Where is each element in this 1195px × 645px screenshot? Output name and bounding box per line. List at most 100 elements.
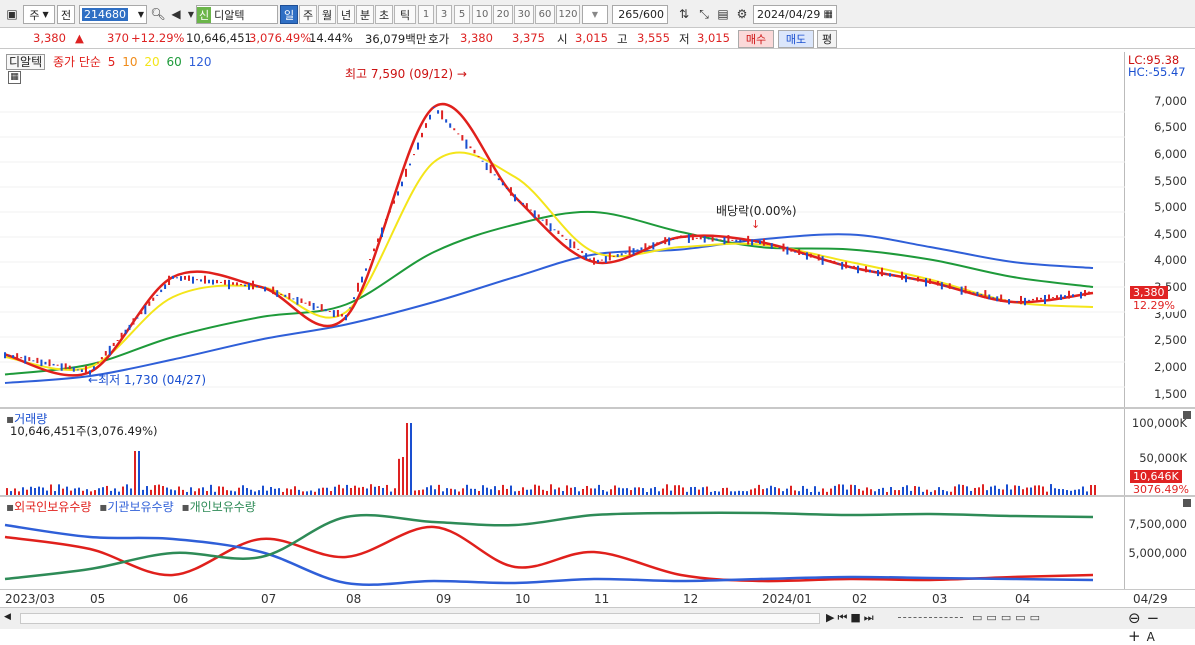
table-icon[interactable]: ▦ bbox=[8, 71, 21, 84]
volume-bar bbox=[278, 488, 280, 495]
prev-button[interactable]: 전 bbox=[57, 5, 75, 24]
candle bbox=[453, 128, 456, 131]
minute-3[interactable]: 3 bbox=[436, 5, 452, 24]
candle bbox=[236, 282, 238, 286]
interval-select[interactable]: ▼ bbox=[582, 5, 608, 24]
volume-bar bbox=[398, 458, 400, 495]
stock-name-field[interactable]: 신 디알텍 bbox=[196, 5, 278, 24]
down-arrow-icon: ↓ bbox=[751, 218, 761, 231]
scroll-left-icon[interactable]: ◀ bbox=[4, 612, 16, 625]
layout4-icon[interactable]: ▭ bbox=[1015, 611, 1029, 624]
period-tick[interactable]: 틱 bbox=[394, 5, 416, 24]
minute-60[interactable]: 60 bbox=[535, 5, 555, 24]
volume-bar bbox=[550, 484, 552, 495]
layout-icon[interactable]: ▭ bbox=[972, 611, 986, 624]
period-year[interactable]: 년 bbox=[337, 5, 355, 24]
y-tick: 5,500 bbox=[1154, 174, 1187, 188]
volume-chart[interactable]: ▪거래량 10,646,451주(3,076.49%) bbox=[0, 409, 1125, 495]
tools-icon[interactable]: ⇅ bbox=[676, 6, 692, 22]
minute-20[interactable]: 20 bbox=[493, 5, 513, 24]
pane-menu-icon[interactable] bbox=[1183, 411, 1191, 419]
scroll-track[interactable] bbox=[20, 613, 820, 624]
quote-label: 호가 bbox=[428, 32, 450, 46]
candle bbox=[417, 142, 419, 150]
candle bbox=[292, 298, 295, 300]
stop-icon[interactable]: ■ bbox=[850, 611, 863, 624]
zoom-in-icon[interactable]: + bbox=[1128, 627, 1147, 645]
buy-button[interactable]: 매수 bbox=[738, 30, 774, 48]
toolbar: ▣ 주 ▼ 전 214680 ▼ 🔍︎ ◀ ▼ 신 디알텍 일 주 월 년 분 초… bbox=[0, 0, 1195, 28]
minute-120[interactable]: 120 bbox=[556, 5, 580, 24]
minute-1[interactable]: 1 bbox=[418, 5, 434, 24]
layout5-icon[interactable]: ▭ bbox=[1030, 611, 1044, 624]
ma5-legend: 5 bbox=[107, 55, 116, 69]
pane-menu-icon[interactable] bbox=[1183, 499, 1191, 507]
flat-button[interactable]: 평 bbox=[817, 30, 837, 48]
prev-label: 전 bbox=[60, 8, 72, 22]
playback-controls[interactable]: ▶⏮■⏭ bbox=[826, 611, 877, 625]
candle bbox=[1052, 297, 1054, 299]
gear-icon[interactable]: ⚙ bbox=[734, 6, 750, 22]
minute-5[interactable]: 5 bbox=[454, 5, 470, 24]
x-tick: 09 bbox=[436, 592, 452, 606]
candle bbox=[68, 365, 71, 370]
candle bbox=[92, 366, 95, 370]
holdings-chart[interactable]: ▪외국인보유수량 ▪기관보유수량 ▪개인보유수량 bbox=[0, 497, 1125, 589]
chart-scrollbar[interactable]: ◀ ▶⏮■⏭ ▭▭▭▭▭ ⊖−+A bbox=[0, 607, 1195, 645]
view-controls[interactable]: ▭▭▭▭▭ bbox=[972, 611, 1044, 624]
period-week[interactable]: 주 bbox=[299, 5, 317, 24]
period-day[interactable]: 일 bbox=[280, 5, 298, 24]
candle bbox=[196, 279, 198, 281]
candle bbox=[441, 110, 444, 120]
volume-bar bbox=[74, 488, 76, 495]
volume-bar bbox=[938, 487, 940, 495]
candle bbox=[385, 219, 387, 224]
period-minute[interactable]: 분 bbox=[356, 5, 374, 24]
forward-icon[interactable]: ⏭ bbox=[864, 611, 877, 624]
candle bbox=[168, 275, 171, 286]
speaker-icon[interactable]: ◀ bbox=[168, 6, 184, 22]
candle bbox=[569, 239, 572, 248]
sell-button[interactable]: 매도 bbox=[778, 30, 814, 48]
period-month[interactable]: 월 bbox=[318, 5, 336, 24]
left-arrow-icon: ← bbox=[88, 373, 99, 387]
candle bbox=[743, 240, 746, 242]
price-chart[interactable]: 디알텍 종가 단순 5 10 20 60 120 ▦ 최고 7,590 (09/… bbox=[0, 52, 1125, 407]
next-icon[interactable]: ▶ bbox=[826, 611, 837, 624]
candle bbox=[821, 256, 824, 265]
candle bbox=[561, 234, 564, 237]
minute-30[interactable]: 30 bbox=[514, 5, 534, 24]
period-label: 주 bbox=[302, 8, 314, 22]
draw-icon[interactable]: ⤡ bbox=[696, 6, 712, 22]
zoom-out-icon[interactable]: − bbox=[1147, 609, 1166, 627]
rewind-icon[interactable]: ⏮ bbox=[837, 611, 850, 624]
candle bbox=[802, 253, 805, 255]
market-select[interactable]: 주 ▼ bbox=[23, 5, 55, 24]
zoom-reset-icon[interactable]: ⊖ bbox=[1128, 609, 1147, 627]
count-input[interactable]: 265/600 bbox=[612, 5, 668, 24]
candle bbox=[968, 291, 971, 293]
candle bbox=[124, 329, 127, 334]
price-y-axis: LC:95.38 HC:-55.47 7,000 6,500 6,000 5,5… bbox=[1125, 52, 1195, 407]
zoom-slider[interactable] bbox=[898, 617, 963, 620]
minute-10[interactable]: 10 bbox=[472, 5, 492, 24]
candle bbox=[845, 261, 848, 269]
candle bbox=[272, 286, 275, 295]
candle bbox=[497, 178, 500, 181]
candle bbox=[156, 294, 159, 296]
text-icon[interactable]: A bbox=[1147, 630, 1161, 644]
code-input[interactable]: 214680 ▼ bbox=[79, 5, 147, 24]
window-icon[interactable]: ▣ bbox=[4, 6, 20, 22]
open-price: 3,015 bbox=[575, 31, 608, 45]
candle bbox=[1028, 299, 1030, 301]
period-second[interactable]: 초 bbox=[375, 5, 393, 24]
save-icon[interactable]: ▤ bbox=[715, 6, 731, 22]
candle bbox=[565, 238, 568, 240]
date-input[interactable]: 2024/04/29 ▦ bbox=[753, 5, 837, 24]
layout3-icon[interactable]: ▭ bbox=[1001, 611, 1015, 624]
layout2-icon[interactable]: ▭ bbox=[986, 611, 1000, 624]
volume-bar bbox=[618, 487, 620, 495]
zoom-controls[interactable]: ⊖−+A bbox=[1128, 609, 1195, 645]
search-icon[interactable]: 🔍︎ bbox=[150, 6, 166, 22]
minute-label: 20 bbox=[496, 9, 510, 20]
